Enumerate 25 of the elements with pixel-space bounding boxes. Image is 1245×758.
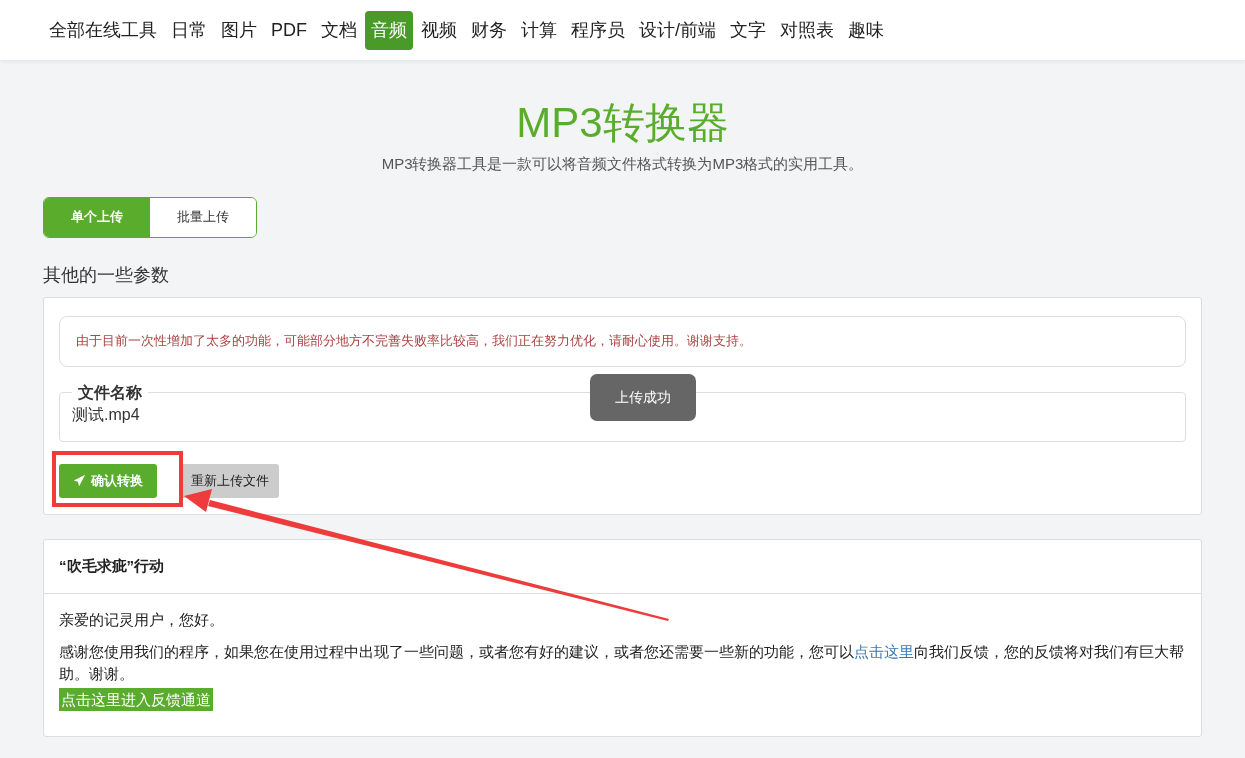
- nav-link[interactable]: 文字: [724, 10, 772, 50]
- reupload-button[interactable]: 重新上传文件: [181, 463, 279, 498]
- nav-link[interactable]: 全部在线工具: [43, 10, 163, 50]
- nav-link[interactable]: 音频: [365, 10, 413, 50]
- nav-link[interactable]: 文档: [315, 10, 363, 50]
- page-title: MP3转换器: [516, 98, 729, 148]
- page-subtitle: MP3转换器工具是一款可以将音频文件格式转换为MP3格式的实用工具。: [381, 154, 864, 174]
- send-icon: [73, 474, 86, 487]
- nav-link[interactable]: 程序员: [565, 10, 631, 50]
- nav-link[interactable]: 财务: [465, 10, 513, 50]
- nav-link[interactable]: PDF: [265, 10, 313, 50]
- nav-link[interactable]: 计算: [515, 10, 563, 50]
- toast-message: 上传成功: [590, 373, 696, 421]
- feedback-paragraph: 感谢您使用我们的程序，如果您在使用过程中出现了一些问题，或者您有好的建议，或者您还需要一些新的功能，您可以点击这里向我们反馈，您的反馈将对我们有巨大帮助。谢谢。: [59, 642, 1185, 684]
- greeting-text: 亲爱的记灵用户，您好。: [59, 609, 225, 630]
- nav-link[interactable]: 图片: [215, 10, 263, 50]
- section-title: 其他的一些参数: [43, 263, 170, 287]
- nav-link[interactable]: 对照表: [774, 10, 840, 50]
- notice-text: 由于目前一次性增加了太多的功能，可能部分地方不完善失败率比较高，我们正在努力优化，请耐心使用。谢谢支持。: [76, 332, 752, 350]
- feedback-link[interactable]: 点击这里: [854, 643, 914, 660]
- nav-link[interactable]: 视频: [415, 10, 463, 50]
- nav-link[interactable]: 设计/前端: [633, 10, 722, 50]
- feedback-title: “吹毛求疵”行动: [59, 555, 164, 576]
- nav-link[interactable]: 趣味: [842, 10, 890, 50]
- nav-link[interactable]: 日常: [165, 10, 213, 50]
